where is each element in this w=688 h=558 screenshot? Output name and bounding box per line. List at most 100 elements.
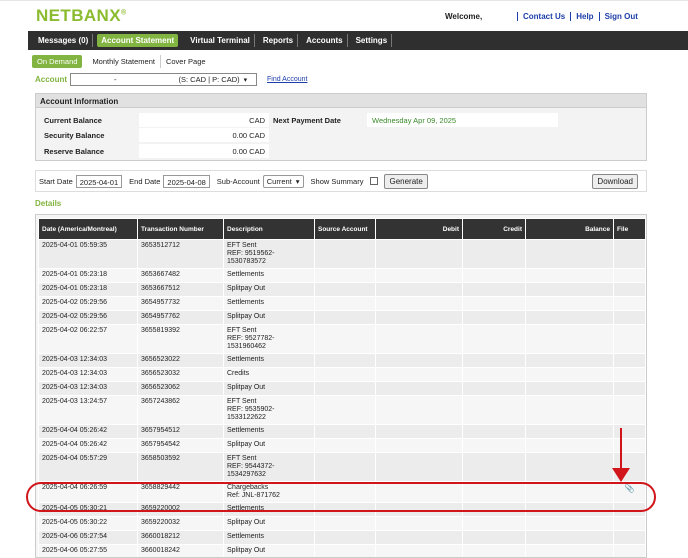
help-link[interactable]: Help	[570, 12, 598, 21]
chevron-down-icon: ▾	[243, 76, 248, 84]
account-information-panel: Account Information Current Balance CAD …	[35, 93, 647, 161]
subnav-cover-page[interactable]: Cover Page	[161, 55, 211, 68]
description-line: Splitpay Out	[227, 441, 266, 448]
nav-reports[interactable]: Reports	[259, 34, 299, 47]
cell-source-account	[314, 324, 376, 354]
cell-description: Splitpay Out	[223, 516, 315, 531]
cell-description: Settlements	[223, 296, 315, 311]
col-credit[interactable]: Credit	[462, 218, 526, 240]
description-line: Splitpay Out	[227, 519, 266, 526]
nav-account-statement[interactable]: Account Statement	[97, 34, 179, 47]
account-row: Account - (S: CAD | P: CAD) ▾ Find Accou…	[35, 73, 307, 86]
contact-us-link[interactable]: Contact Us	[517, 12, 570, 21]
annotation-arrow-head	[612, 468, 630, 482]
col-date[interactable]: Date (America/Montreal)	[38, 218, 138, 240]
cell-source-account	[314, 438, 376, 453]
cell-credit	[462, 239, 526, 269]
cell-balance	[525, 424, 614, 439]
find-account-link[interactable]: Find Account	[267, 76, 307, 83]
description-line: Settlements	[227, 299, 264, 306]
cell-credit	[462, 452, 526, 482]
col-file[interactable]: File	[613, 218, 646, 240]
cell-debit	[375, 424, 463, 439]
cell-description: Splitpay Out	[223, 438, 315, 453]
show-summary-label: Show Summary	[310, 176, 364, 186]
show-summary-checkbox[interactable]	[370, 177, 379, 185]
cell-credit	[462, 282, 526, 297]
sub-account-select[interactable]: Current ▾	[262, 174, 304, 188]
cell-date: 2025-04-01 05:23:18	[38, 268, 138, 283]
cell-description: Settlements	[223, 268, 315, 283]
cell-description: Splitpay Out	[223, 310, 315, 325]
cell-description: EFT Sent REF: 9544372- 1534297632	[223, 452, 315, 482]
end-date-input[interactable]: 2025-04-08	[163, 174, 210, 188]
account-label: Account	[35, 75, 67, 84]
cell-description: Credits	[223, 367, 315, 382]
table-row: 2025-04-01 05:59:35 3653512712 EFT Sent REF…	[38, 239, 646, 269]
cell-file	[613, 310, 646, 325]
col-description[interactable]: Description	[223, 218, 315, 240]
end-date-label: End Date	[129, 176, 161, 186]
col-balance[interactable]: Balance	[525, 218, 614, 240]
cell-debit	[375, 268, 463, 283]
download-button[interactable]: Download	[592, 174, 638, 189]
cell-debit	[375, 353, 463, 368]
cell-description: Splitpay Out	[223, 381, 315, 396]
cell-transaction-number: 3653667482	[137, 268, 224, 283]
cell-transaction-number: 3660018212	[137, 530, 224, 545]
welcome-text: Welcome,	[445, 12, 483, 21]
col-transaction-number[interactable]: Transaction Number	[137, 218, 224, 240]
cell-transaction-number: 3657243862	[137, 395, 224, 425]
subnav-monthly-statement[interactable]: Monthly Statement	[87, 55, 161, 68]
cell-transaction-number: 3656523032	[137, 367, 224, 382]
description-line: REF: 9544372-	[227, 463, 275, 470]
cell-file	[613, 324, 646, 354]
cell-file	[613, 530, 646, 545]
nav-virtual-terminal[interactable]: Virtual Terminal	[186, 34, 255, 47]
cell-balance	[525, 324, 614, 354]
cell-credit	[462, 324, 526, 354]
cell-transaction-number: 3658503592	[137, 452, 224, 482]
annotation-highlight-ellipse	[26, 482, 656, 512]
col-debit[interactable]: Debit	[375, 218, 463, 240]
nav-messages[interactable]: Messages (0)	[34, 34, 94, 47]
start-date-input[interactable]: 2025-04-01	[75, 174, 123, 188]
description-line: 1531960462	[227, 343, 266, 350]
cell-source-account	[314, 353, 376, 368]
reserve-balance-row: Reserve Balance 0.00 CAD	[36, 144, 646, 158]
sign-out-link[interactable]: Sign Out	[598, 12, 643, 21]
cell-date: 2025-04-02 06:22:57	[38, 324, 138, 354]
cell-transaction-number: 3660018242	[137, 544, 224, 557]
nav-accounts[interactable]: Accounts	[302, 34, 348, 47]
generate-button[interactable]: Generate	[384, 173, 428, 189]
nav-settings[interactable]: Settings	[352, 34, 393, 47]
col-source-account[interactable]: Source Account	[314, 218, 376, 240]
cell-description: Splitpay Out	[223, 282, 315, 297]
cell-source-account	[314, 544, 376, 557]
cell-transaction-number: 3654957762	[137, 310, 224, 325]
table-row: 2025-04-03 13:24:57 3657243862 EFT Sent REF…	[38, 395, 646, 425]
account-select[interactable]: - (S: CAD | P: CAD) ▾	[70, 73, 257, 86]
cell-date: 2025-04-02 05:29:56	[38, 296, 138, 311]
reserve-balance-label: Reserve Balance	[44, 147, 105, 156]
cell-description: Settlements	[223, 530, 315, 545]
cell-description: EFT Sent REF: 9519562- 1530783572	[223, 239, 315, 269]
description-line: Splitpay Out	[227, 547, 266, 554]
cell-date: 2025-04-06 05:27:54	[38, 530, 138, 545]
current-balance-label: Current Balance	[44, 116, 102, 125]
chevron-down-icon: ▾	[295, 176, 300, 186]
table-row: 2025-04-04 05:57:29 3658503592 EFT Sent REF…	[38, 452, 646, 482]
cell-source-account	[314, 367, 376, 382]
subnav-on-demand[interactable]: On Demand	[32, 55, 83, 68]
cell-file	[613, 282, 646, 297]
current-balance-value: CAD	[139, 113, 269, 127]
top-links: Contact Us Help Sign Out	[517, 12, 643, 21]
cell-source-account	[314, 530, 376, 545]
table-row: 2025-04-06 05:27:55 3660018242 Splitpay Ou…	[38, 544, 646, 557]
next-payment-date-value: Wednesday Apr 09, 2025	[367, 113, 558, 127]
cell-balance	[525, 381, 614, 396]
description-line: 1533122622	[227, 414, 266, 421]
description-line: EFT Sent	[227, 398, 257, 405]
cell-date: 2025-04-05 05:30:22	[38, 516, 138, 531]
cell-debit	[375, 310, 463, 325]
